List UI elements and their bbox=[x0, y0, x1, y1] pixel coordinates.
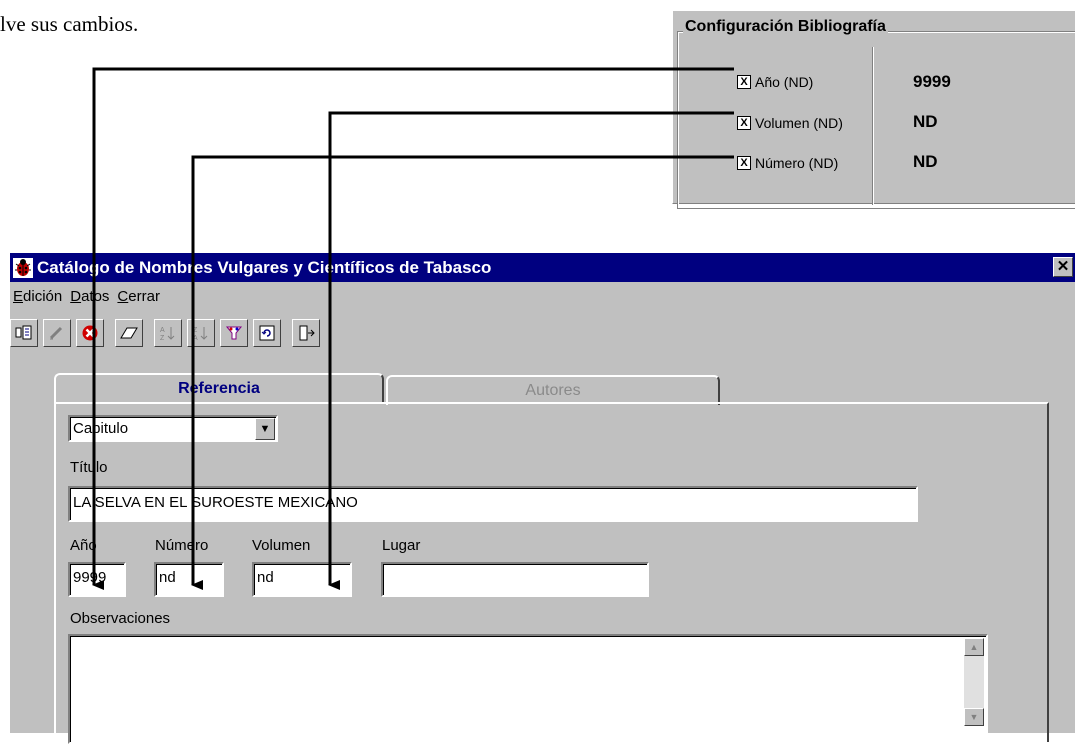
menu-edicion-accel: E bbox=[13, 288, 24, 305]
config-row-anio[interactable]: X Año (ND) bbox=[737, 72, 813, 92]
lugar-label: Lugar bbox=[382, 537, 421, 554]
pencil-icon bbox=[49, 326, 63, 340]
titulo-label: Título bbox=[70, 459, 108, 476]
volumen-input[interactable]: nd bbox=[252, 562, 352, 597]
numero-input[interactable]: nd bbox=[154, 562, 224, 597]
config-row-volumen[interactable]: X Volumen (ND) bbox=[737, 113, 843, 133]
config-value-numero: ND bbox=[913, 152, 938, 171]
delete-button[interactable] bbox=[76, 319, 104, 347]
exit-button[interactable] bbox=[292, 319, 320, 347]
close-button[interactable]: ✕ bbox=[1053, 257, 1073, 277]
checkbox-anio[interactable]: X bbox=[737, 75, 751, 89]
config-label-anio: Año (ND) bbox=[755, 74, 814, 90]
refresh-button[interactable] bbox=[253, 319, 281, 347]
menu-datos-accel: D bbox=[70, 288, 82, 305]
config-row-numero[interactable]: X Número (ND) bbox=[737, 153, 838, 173]
lugar-input[interactable] bbox=[381, 562, 649, 597]
svg-text:A: A bbox=[193, 335, 198, 342]
numero-label: Número bbox=[155, 537, 209, 554]
config-label-numero: Número (ND) bbox=[755, 155, 839, 171]
volumen-label: Volumen bbox=[252, 537, 311, 554]
toolbar: AZ ZA bbox=[10, 317, 325, 349]
menu-edicion-label: dición bbox=[23, 288, 63, 305]
filter-icon bbox=[225, 326, 243, 340]
config-label-volumen: Volumen (ND) bbox=[755, 115, 843, 131]
title-bar[interactable]: Catálogo de Nombres Vulgares y Científic… bbox=[10, 253, 1075, 282]
reference-type-value: Capitulo bbox=[73, 420, 129, 437]
menu-bar: Edición Datos Cerrar bbox=[10, 286, 165, 308]
sort-desc-button[interactable]: ZA bbox=[187, 319, 215, 347]
menu-cerrar-accel: C bbox=[117, 288, 129, 305]
menu-datos[interactable]: Datos bbox=[67, 286, 114, 308]
anio-input[interactable]: 9999 bbox=[68, 562, 126, 597]
vertical-scrollbar[interactable]: ▲ ▼ bbox=[964, 638, 984, 726]
titulo-input[interactable]: LA SELVA EN EL SUROESTE MEXICANO bbox=[68, 486, 918, 522]
checkbox-volumen[interactable]: X bbox=[737, 116, 751, 130]
bug-app-icon bbox=[13, 257, 33, 278]
svg-text:Z: Z bbox=[193, 327, 198, 334]
sort-asc-button[interactable]: AZ bbox=[154, 319, 182, 347]
tab-referencia[interactable]: Referencia bbox=[54, 373, 384, 403]
config-value-anio: 9999 bbox=[913, 72, 951, 91]
scroll-down-icon[interactable]: ▼ bbox=[964, 708, 984, 726]
menu-cerrar-label: errar bbox=[128, 288, 160, 305]
delete-icon bbox=[82, 325, 98, 341]
anio-label: Año bbox=[70, 537, 97, 554]
tab-autores[interactable]: Autores bbox=[386, 375, 720, 405]
sort-asc-icon: AZ bbox=[160, 327, 175, 342]
menu-cerrar[interactable]: Cerrar bbox=[114, 286, 165, 308]
window-title: Catálogo de Nombres Vulgares y Científic… bbox=[37, 257, 492, 277]
svg-text:Z: Z bbox=[160, 335, 165, 342]
menu-datos-label: atos bbox=[81, 288, 110, 305]
config-divider bbox=[872, 47, 874, 205]
refresh-icon bbox=[259, 325, 275, 341]
chevron-down-icon[interactable]: ▼ bbox=[255, 418, 275, 440]
menu-edicion[interactable]: Edición bbox=[10, 286, 67, 308]
new-record-button[interactable] bbox=[10, 319, 38, 347]
new-record-icon bbox=[15, 325, 32, 340]
config-title: Configuración Bibliografía bbox=[683, 18, 888, 36]
svg-text:A: A bbox=[160, 327, 165, 334]
eraser-icon bbox=[120, 327, 138, 339]
document-text: lve sus cambios. bbox=[0, 12, 139, 36]
observaciones-label: Observaciones bbox=[70, 610, 171, 627]
config-value-volumen: ND bbox=[913, 112, 938, 131]
edit-button[interactable] bbox=[43, 319, 71, 347]
sort-desc-icon: ZA bbox=[193, 327, 208, 342]
config-panel: Configuración Bibliografía X Año (ND) 99… bbox=[672, 10, 1075, 209]
checkbox-numero[interactable]: X bbox=[737, 156, 751, 170]
eraser-button[interactable] bbox=[115, 319, 143, 347]
filter-button[interactable] bbox=[220, 319, 248, 347]
observaciones-textarea[interactable]: ▲ ▼ bbox=[68, 634, 988, 744]
exit-door-icon bbox=[299, 325, 315, 341]
app-window: Catálogo de Nombres Vulgares y Científic… bbox=[10, 253, 1075, 744]
scroll-up-icon[interactable]: ▲ bbox=[964, 638, 984, 656]
reference-type-combo[interactable]: Capitulo ▼ bbox=[68, 415, 278, 442]
